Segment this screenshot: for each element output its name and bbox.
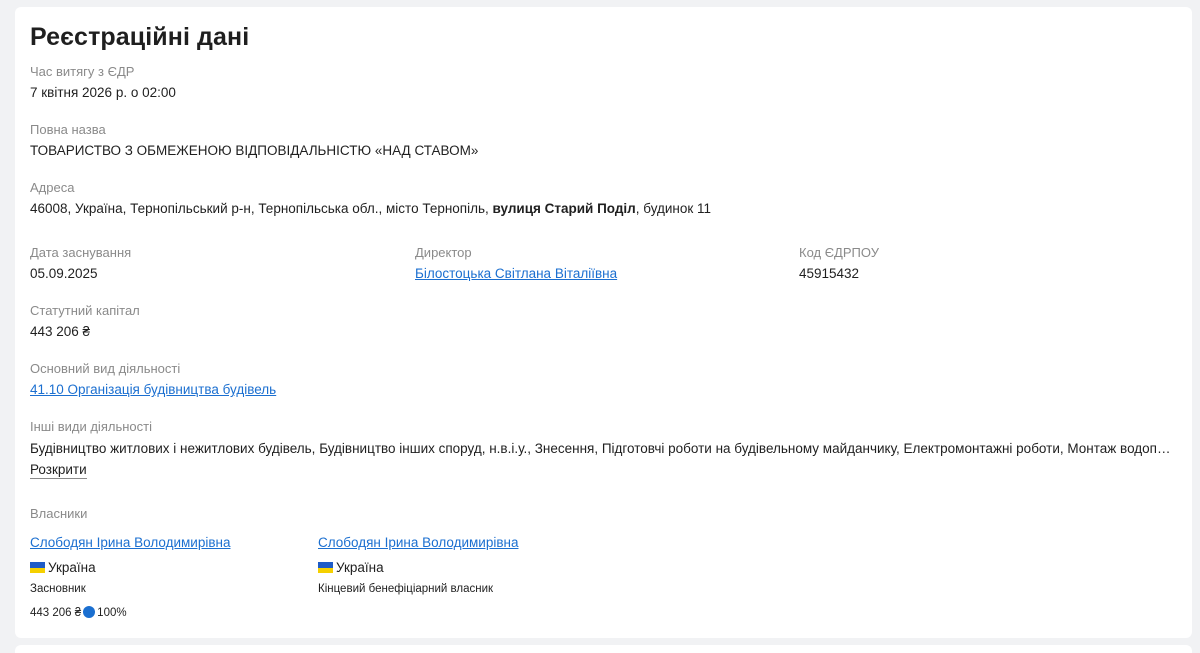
registration-card: Реєстраційні дані Час витягу з ЄДР 7 кві… xyxy=(15,7,1192,638)
owner-2-country: Україна xyxy=(318,560,384,575)
owner-1-role: Засновник xyxy=(30,583,86,595)
address-prefix: 46008, Україна, Тернопільський р-н, Терн… xyxy=(30,201,493,216)
other-activities-value: Будівництво житлових і нежитлових будіве… xyxy=(30,441,1176,456)
founded-label: Дата заснування xyxy=(30,245,132,260)
full-name-label: Повна назва xyxy=(30,122,106,137)
owner-2-link[interactable]: Слободян Ірина Володимирівна xyxy=(318,535,518,550)
owner-2-country-name: Україна xyxy=(336,560,384,575)
edrpou-value: 45915432 xyxy=(799,266,860,281)
edrpou-label: Код ЄДРПОУ xyxy=(799,245,879,260)
owner-1-country-name: Україна xyxy=(48,560,96,575)
owner-1-link[interactable]: Слободян Ірина Володимирівна xyxy=(30,535,230,550)
extract-time-value: 7 квітня 2026 р. о 02:00 xyxy=(30,85,176,100)
address-suffix: , будинок 11 xyxy=(635,201,712,216)
address-value: 46008, Україна, Тернопільський р-н, Терн… xyxy=(30,201,711,216)
other-activities-label: Інші види діяльності xyxy=(30,419,152,434)
capital-label: Статутний капітал xyxy=(30,303,140,318)
extract-time-label: Час витягу з ЄДР xyxy=(30,64,135,79)
owner-1-share: 443 206 ₴ 100% xyxy=(30,606,127,619)
expand-button[interactable]: Розкрити xyxy=(30,462,87,479)
director-label: Директор xyxy=(415,245,472,260)
ukraine-flag-icon xyxy=(30,562,45,573)
founded-value: 05.09.2025 xyxy=(30,266,98,281)
ukraine-flag-icon xyxy=(318,562,333,573)
capital-value: 443 206 ₴ xyxy=(30,324,91,339)
full-name-value: ТОВАРИСТВО З ОБМЕЖЕНОЮ ВІДПОВІДАЛЬНІСТЮ … xyxy=(30,143,479,158)
share-dot-icon xyxy=(83,606,96,618)
next-card xyxy=(15,645,1192,653)
owners-label: Власники xyxy=(30,506,88,521)
director-link[interactable]: Білостоцька Світлана Віталіївна xyxy=(415,266,617,281)
section-title: Реєстраційні дані xyxy=(30,23,250,51)
owner-1-percent: 100% xyxy=(97,607,127,619)
owner-2-role: Кінцевий бенефіціарний власник xyxy=(318,583,494,595)
owner-1-country: Україна xyxy=(30,560,96,575)
main-activity-label: Основний вид діяльності xyxy=(30,361,181,376)
owner-1-amount: 443 206 ₴ xyxy=(30,607,82,619)
address-label: Адреса xyxy=(30,180,75,195)
main-activity-link[interactable]: 41.10 Організація будівництва будівель xyxy=(30,382,276,397)
address-street: вулиця Старий Поділ xyxy=(492,201,636,216)
